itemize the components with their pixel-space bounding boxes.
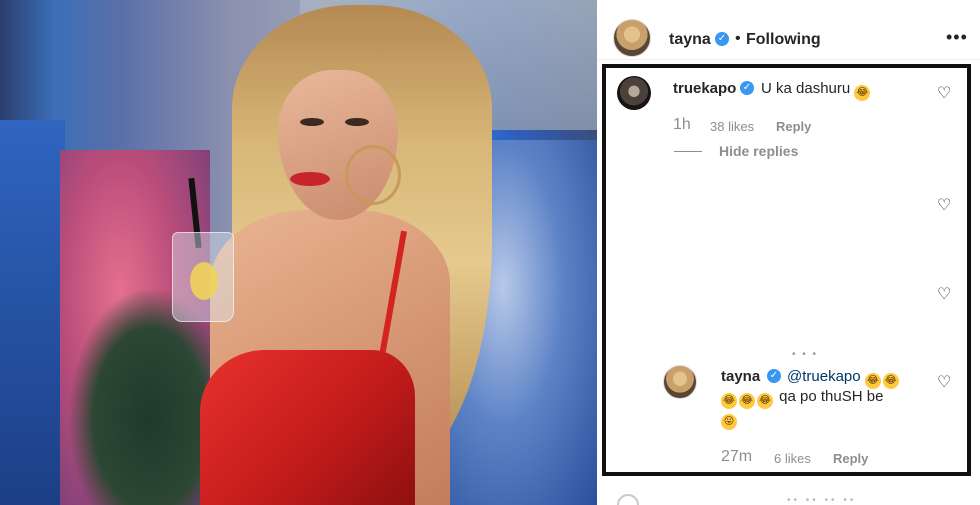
next-comment-faint: •• •• •• •• xyxy=(787,495,857,505)
post-header: tayna ✓ • Following ••• xyxy=(597,0,980,60)
laughing-emoji-icon: 😂 xyxy=(757,393,773,409)
next-comment-peek: •• •• •• •• xyxy=(617,492,977,505)
following-button[interactable]: Following xyxy=(746,31,821,49)
woman-eye-left xyxy=(300,118,324,126)
more-options-icon[interactable]: ••• xyxy=(946,27,968,48)
hide-replies-divider xyxy=(674,151,702,152)
comment-time[interactable]: 1h xyxy=(673,116,691,134)
comments-panel: tayna ✓ • Following ••• truekapo ✓ U ka … xyxy=(597,0,980,505)
laughing-emoji-icon: 😂 xyxy=(721,393,737,409)
heart-icon[interactable]: ♡ xyxy=(937,287,953,303)
loading-dots: • • • xyxy=(792,349,819,360)
reply-line-1: @truekapo 😂 😂 xyxy=(787,368,901,389)
hide-replies-button[interactable]: Hide replies xyxy=(719,143,798,159)
reply-text-body: qa po thuSH be xyxy=(779,388,884,405)
laughing-emoji-icon: 😂 xyxy=(739,393,755,409)
heart-icon[interactable]: ♡ xyxy=(937,198,953,214)
reply-button[interactable]: Reply xyxy=(776,119,811,134)
reply-likes[interactable]: 6 likes xyxy=(774,451,811,466)
reply-mention-link[interactable]: @truekapo xyxy=(787,368,861,385)
heart-icon[interactable]: ♡ xyxy=(937,375,953,391)
laughing-emoji-icon: 😂 xyxy=(864,373,881,389)
reply-username[interactable]: tayna xyxy=(721,368,760,385)
avatar[interactable] xyxy=(663,365,697,399)
avatar[interactable] xyxy=(617,76,651,110)
reply-time[interactable]: 27m xyxy=(721,448,752,466)
reply-line-2: 😂 😂 😂 qa po thuSH be xyxy=(721,388,883,409)
comment-username[interactable]: truekapo xyxy=(673,80,736,97)
heart-icon[interactable]: ♡ xyxy=(937,86,953,102)
comment-likes[interactable]: 38 likes xyxy=(710,119,754,134)
background-blue-wall xyxy=(0,120,65,505)
comment-text: U ka dashuru 😂 xyxy=(761,80,872,101)
avatar xyxy=(617,494,639,505)
header-separator: • xyxy=(735,30,741,47)
hoop-earring xyxy=(345,145,401,205)
woman-lips xyxy=(290,172,330,186)
reply-line-3: 😛 xyxy=(721,409,739,430)
verified-badge-icon: ✓ xyxy=(715,32,729,46)
woman-eye-right xyxy=(345,118,369,126)
lemon-slice xyxy=(190,262,218,300)
avatar[interactable] xyxy=(613,19,651,57)
red-dress xyxy=(200,350,415,505)
reply-button[interactable]: Reply xyxy=(833,451,868,466)
post-author-username[interactable]: tayna xyxy=(669,31,711,49)
tongue-emoji-icon: 😛 xyxy=(721,414,737,430)
verified-badge-icon: ✓ xyxy=(767,369,781,383)
comment-text-body: U ka dashuru xyxy=(761,80,851,97)
laughing-emoji-icon: 😂 xyxy=(854,85,871,101)
verified-badge-icon: ✓ xyxy=(740,81,754,95)
post-photo[interactable] xyxy=(0,0,597,505)
laughing-emoji-icon: 😂 xyxy=(882,373,899,389)
